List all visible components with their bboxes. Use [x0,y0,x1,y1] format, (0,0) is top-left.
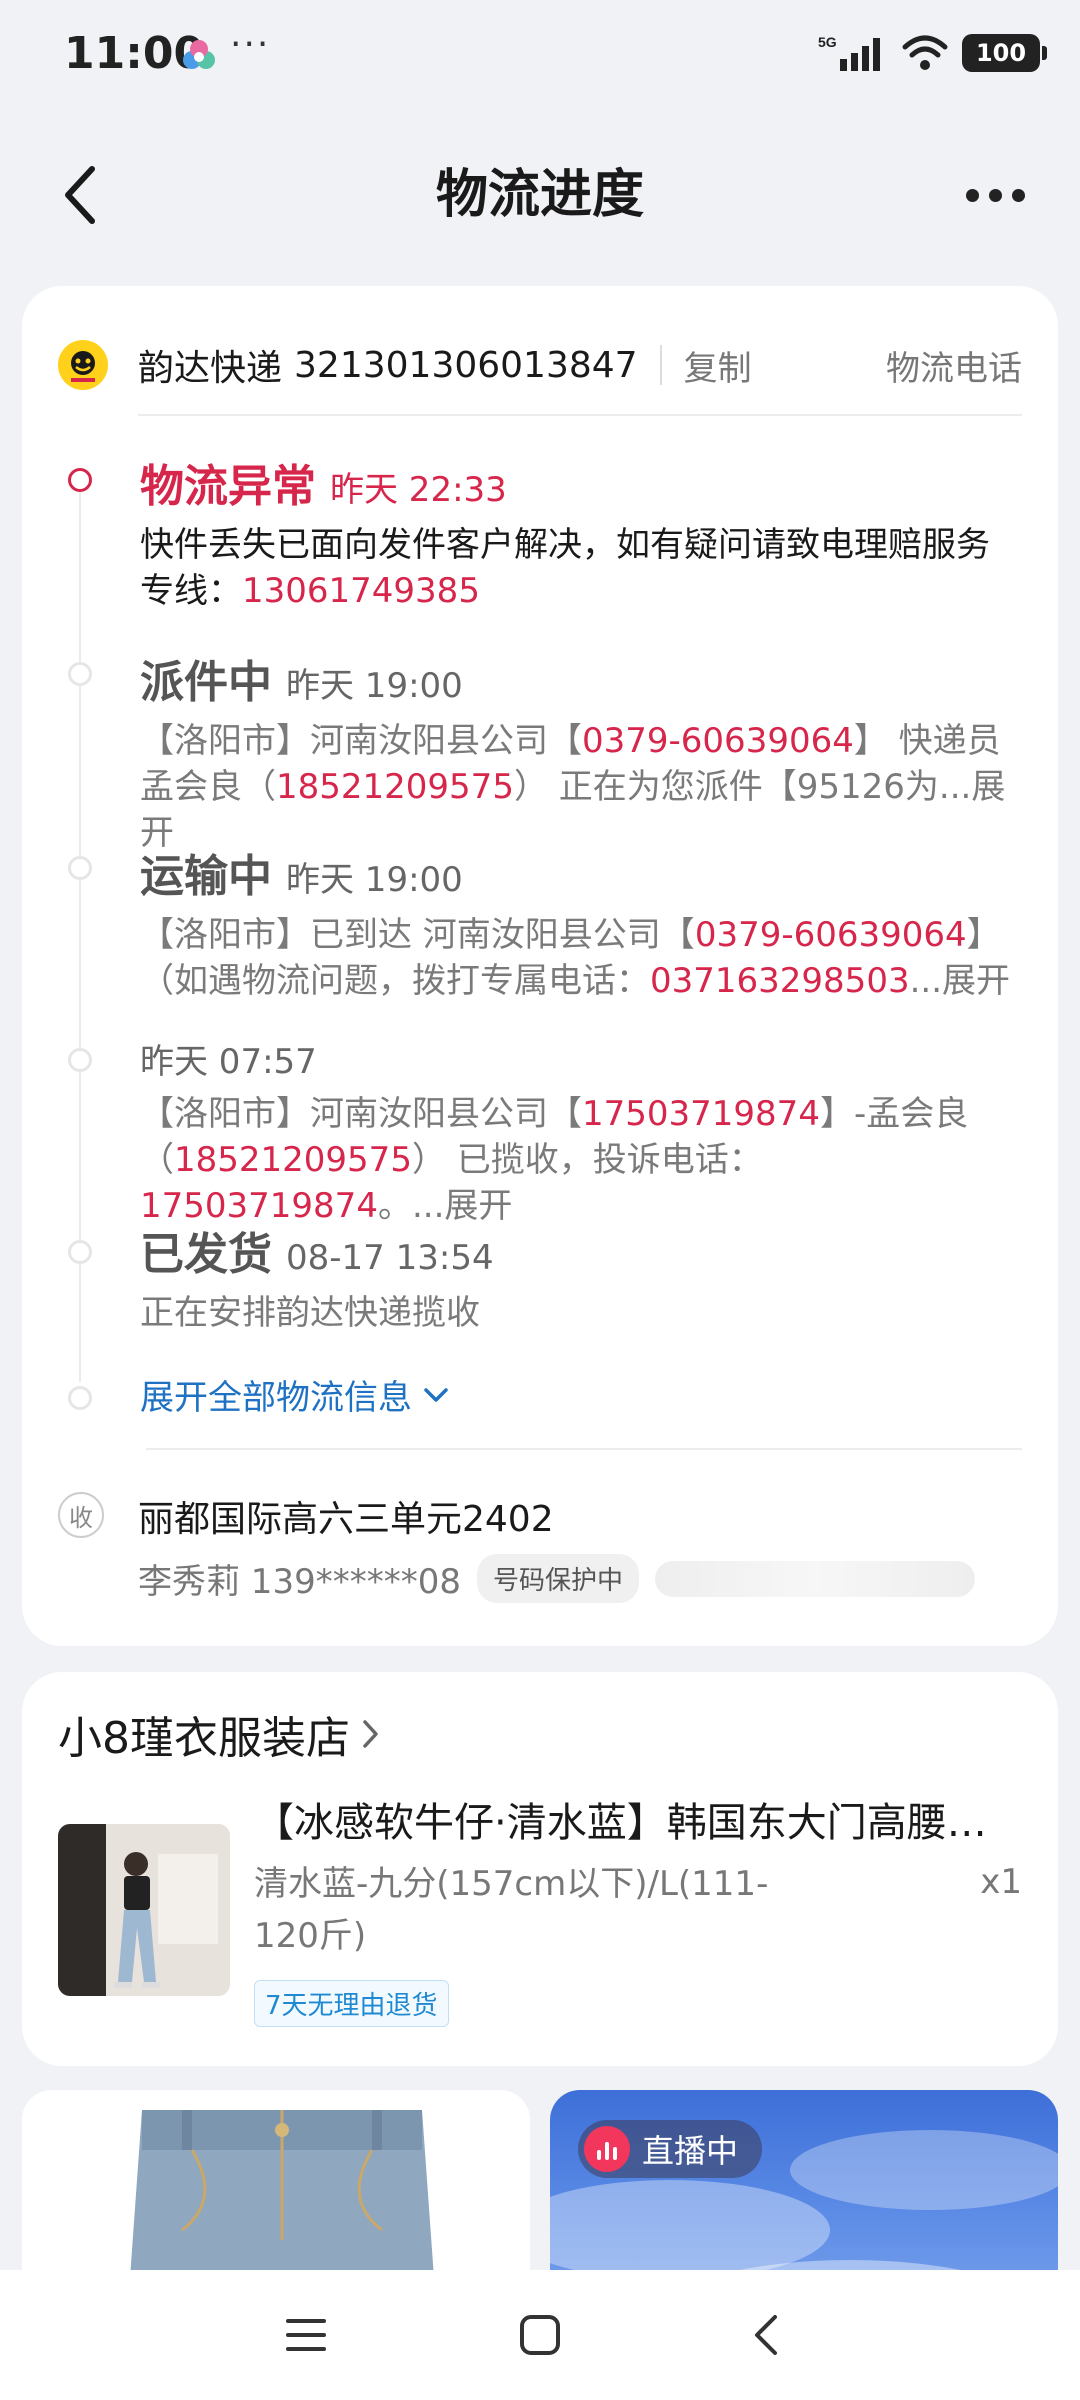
more-dot-icon [988,188,1002,202]
timeline-desc: 【洛阳市】已到达 河南汝阳县公司【0379-60639064】（如遇物流问题，拨… [140,915,1011,1001]
logistics-card: 韵达快递 321301306013847 复制 物流电话 物流异常 昨天 22:… [22,286,1058,1646]
more-options-button[interactable] [950,160,1040,230]
divider [138,414,1022,416]
status-indicators: 5G 100 [818,30,1047,76]
product-spec: 清水蓝-九分(157cm以下)/L(111-120斤) [254,1864,769,1956]
home-square-icon [520,2315,560,2355]
timeline-time: 昨天 19:00 [286,860,463,900]
chevron-down-icon [424,1387,448,1402]
page-title: 物流进度 [435,165,644,225]
phone-link[interactable]: 13061749385 [242,571,480,611]
timeline-status: 派件中 [140,657,272,708]
timeline-time: 昨天 19:00 [286,666,463,706]
more-dot-icon [1011,188,1025,202]
system-nav-bar [0,2270,1080,2400]
timeline-dot [68,1048,92,1072]
phone-link[interactable]: 0379-60639064 [582,721,854,761]
timeline-status: 物流异常 [140,461,316,512]
timeline-dot-current [68,468,92,492]
battery-indicator: 100 [962,34,1047,72]
product-image[interactable] [58,1824,230,1996]
timeline-status: 运输中 [140,851,272,902]
timeline-time: 08-17 13:54 [286,1238,494,1278]
live-badge: 直播中 [578,2120,763,2178]
phone-link[interactable]: 0379-60639064 [695,915,967,955]
signal-icon: 5G [818,34,880,71]
phone-link[interactable]: 18521209575 [174,1140,412,1180]
timeline-desc: 快件丢失已面向发件客户解决，如有疑问请致电理赔服务专线：13061749385 [140,525,990,611]
timeline-desc: 正在安排韵达快递揽收 [140,1293,480,1333]
shop-name: 小8瑾衣服装店 [58,1713,350,1764]
logistics-phone-button[interactable]: 物流电话 [886,341,1022,390]
product-title[interactable]: 【冰感软牛仔·清水蓝】韩国东大门高腰… [254,1790,1034,1848]
wifi-icon [902,35,948,70]
timeline-desc: 【洛阳市】河南汝阳县公司【17503719874】-孟会良（1852120957… [140,1094,969,1226]
phone-link[interactable]: 18521209575 [276,767,514,807]
timeline-item: 运输中 昨天 19:00 【洛阳市】已到达 河南汝阳县公司【0379-60639… [140,840,1022,1004]
status-more-dots: ··· [230,24,271,65]
timeline-dot [68,662,92,686]
number-protection-badge: 号码保护中 [476,1554,639,1603]
timeline-dot [68,856,92,880]
chevron-right-icon [363,1720,378,1748]
product-quantity: x1 [980,1862,1022,1902]
phone-link[interactable]: 037163298503 [650,961,910,1001]
tracking-number: 321301306013847 [294,344,638,386]
nav-home-button[interactable] [480,2300,600,2370]
courier-logo-icon [58,340,108,390]
nav-back-button[interactable] [706,2300,826,2370]
live-icon [584,2126,630,2172]
app-notification-icon [183,40,215,69]
shop-name-link[interactable]: 小8瑾衣服装店 [58,1702,382,1766]
copy-button[interactable]: 复制 [684,341,752,390]
network-type: 5G [818,34,837,50]
expand-all-label: 展开全部物流信息 [140,1378,412,1418]
courier-row: 韵达快递 321301306013847 复制 物流电话 [58,330,1022,400]
expand-button[interactable]: 展开 [942,961,1010,1001]
timeline-dot [68,1240,92,1264]
delivery-address: 丽都国际高六三单元2402 [138,1499,554,1540]
timeline-item: 已发货 08-17 13:54 正在安排韵达快递揽收 [140,1218,1022,1336]
more-dot-icon [965,188,979,202]
timeline-item: 物流异常 昨天 22:33 快件丢失已面向发件客户解决，如有疑问请致电理赔服务专… [140,450,1022,614]
timeline-dot [68,1386,92,1410]
expand-all-logistics-button[interactable]: 展开全部物流信息 [140,1370,450,1419]
back-triangle-icon [755,2315,777,2355]
courier-name: 韵达快递 [138,348,283,389]
page-header: 物流进度 [0,110,1080,270]
divider [146,1448,1022,1450]
menu-icon [286,2319,326,2351]
timeline-item: 派件中 昨天 19:00 【洛阳市】河南汝阳县公司【0379-60639064】… [140,646,1022,856]
return-policy-badge: 7天无理由退货 [254,1980,449,2027]
timeline-desc: 【洛阳市】河南汝阳县公司【0379-60639064】 快递员孟会良（18521… [140,721,1006,853]
receive-icon: 收 [58,1492,104,1538]
shop-card[interactable]: 小8瑾衣服装店 【冰感软牛仔·清水蓝】韩国东大门高腰… 清水蓝-九分(157cm… [22,1672,1058,2066]
blurred-info [654,1560,975,1597]
timeline-time: 昨天 22:33 [330,470,507,510]
receiver-name-phone: 李秀莉 139******08 [138,1562,461,1602]
phone-link[interactable]: 17503719874 [582,1094,820,1134]
status-bar: 11:00 ··· 5G 100 [0,0,1080,110]
timeline-time: 昨天 07:57 [140,1042,317,1082]
timeline-item: 昨天 07:57 【洛阳市】河南汝阳县公司【17503719874】-孟会良（1… [140,1034,1022,1229]
receiver-row: 李秀莉 139******08 号码保护中 [138,1554,1022,1603]
divider [659,345,662,385]
live-label: 直播中 [642,2132,739,2170]
nav-menu-button[interactable] [246,2300,366,2370]
timeline-status: 已发货 [140,1229,272,1280]
